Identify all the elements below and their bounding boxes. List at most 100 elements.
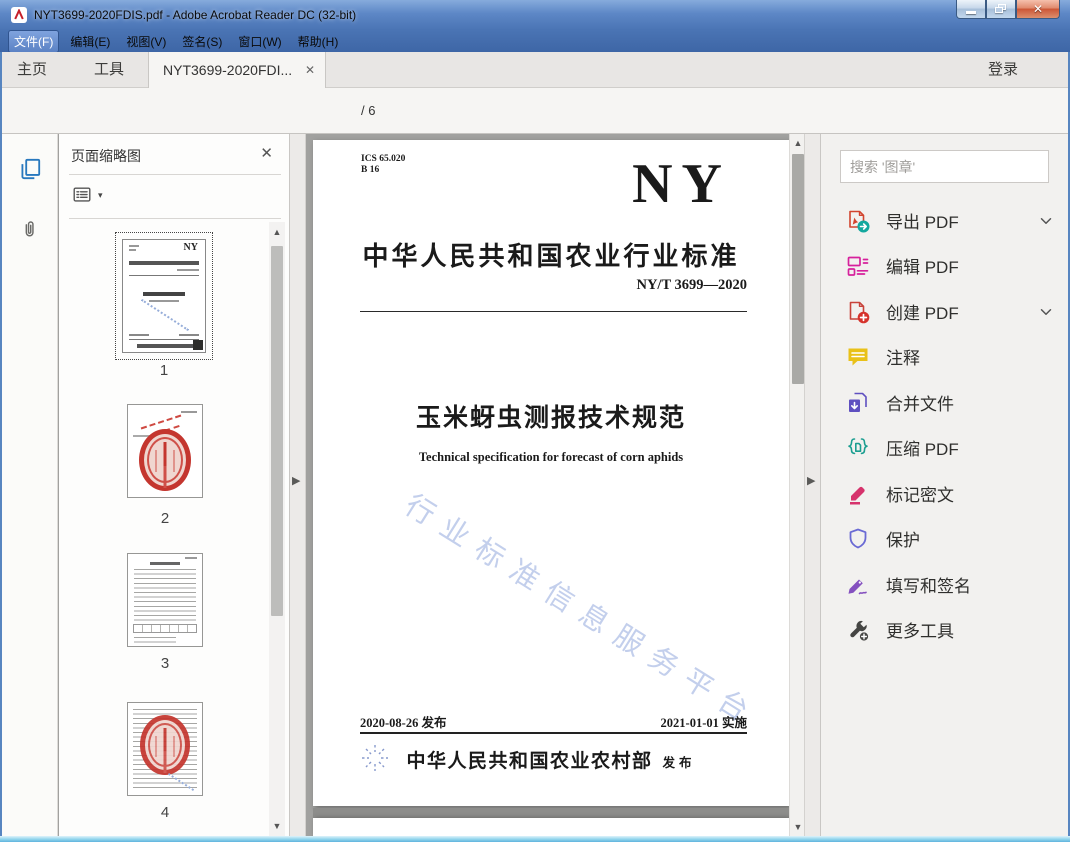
menu-view[interactable]: 视图(V) xyxy=(121,31,171,52)
issue-date: 2020-08-26 发布 xyxy=(360,712,446,731)
thumbnails-panel: 页面缩略图 ✕ ▾ NY xyxy=(59,134,290,836)
divider xyxy=(69,174,281,175)
page-label-3: 3 xyxy=(127,655,203,672)
close-button[interactable]: ✕ xyxy=(1016,0,1060,19)
menu-bar: 文件(F) 编辑(E) 视图(V) 签名(S) 窗口(W) 帮助(H) xyxy=(0,30,1070,52)
window-border-left xyxy=(0,52,2,836)
divider xyxy=(360,732,747,734)
tool-combine-files[interactable]: 合并文件 xyxy=(821,380,1070,425)
tool-more-tools[interactable]: 更多工具 xyxy=(821,607,1070,652)
collapse-arrow-icon: ▶ xyxy=(292,474,300,487)
mini-table xyxy=(133,624,197,633)
menu-help[interactable]: 帮助(H) xyxy=(293,31,344,52)
tab-document[interactable]: NYT3699-2020FDI... ✕ xyxy=(148,52,326,88)
attachments-icon[interactable] xyxy=(19,216,41,242)
page-thumbnail-1-selected[interactable]: NY xyxy=(115,232,213,360)
menu-edit[interactable]: 编辑(E) xyxy=(65,31,115,52)
document-title: 玉米蚜虫测报技术规范 xyxy=(313,398,789,434)
mini-red-seal xyxy=(140,715,190,775)
export-pdf-icon xyxy=(845,208,871,234)
window-border-bottom xyxy=(0,836,1070,842)
tab-tools[interactable]: 工具 xyxy=(94,52,124,88)
login-button[interactable]: 登录 xyxy=(988,52,1018,88)
mini-red-seal xyxy=(139,429,191,491)
pdf-file-icon xyxy=(11,7,27,23)
tool-create-pdf[interactable]: 创建 PDF xyxy=(821,289,1070,334)
tab-document-label: NYT3699-2020FDI... xyxy=(163,62,292,78)
minimize-icon xyxy=(966,11,976,14)
close-icon: ✕ xyxy=(1033,2,1043,16)
mini-watermark xyxy=(141,299,189,331)
issuer-name: 中华人民共和国农业农村部 xyxy=(406,751,652,772)
window-controls: ✕ xyxy=(956,0,1060,19)
tools-search-input[interactable] xyxy=(840,150,1049,183)
page-thumbnails-icon[interactable] xyxy=(17,156,43,182)
scroll-thumb[interactable] xyxy=(271,246,283,616)
standard-logo: NY xyxy=(632,156,731,212)
options-list-icon xyxy=(71,184,93,206)
tool-edit-pdf[interactable]: 编辑 PDF xyxy=(821,243,1070,288)
tab-home[interactable]: 主页 xyxy=(17,52,47,88)
divider xyxy=(69,218,281,219)
scroll-up-icon[interactable]: ▲ xyxy=(269,224,285,240)
issuer-action: 发布 xyxy=(663,756,696,770)
page-thumbnail-2[interactable] xyxy=(127,404,203,498)
tab-bar: 主页 工具 NYT3699-2020FDI... ✕ ? 登录 xyxy=(0,52,1070,88)
tab-close-icon[interactable]: ✕ xyxy=(305,63,315,77)
issuer-line: 中华人民共和国农业农村部发布 xyxy=(313,746,789,773)
scroll-up-icon[interactable]: ▲ xyxy=(790,135,804,151)
more-tools-wrench-icon xyxy=(845,617,871,643)
mini-ny-logo: NY xyxy=(184,242,198,253)
restore-button[interactable] xyxy=(986,0,1016,19)
redact-icon xyxy=(845,481,871,507)
page-thumbnail-4[interactable] xyxy=(127,702,203,796)
minimize-button[interactable] xyxy=(956,0,986,19)
menu-sign[interactable]: 签名(S) xyxy=(177,31,227,52)
ics-code: ICS 65.020 B 16 xyxy=(361,154,405,176)
thumbnails-scrollbar[interactable]: ▲ ▼ xyxy=(269,222,285,836)
navigation-rail xyxy=(0,134,58,836)
page-thumbnail-3[interactable] xyxy=(127,553,203,647)
tool-redact[interactable]: 标记密文 xyxy=(821,471,1070,516)
tool-fill-sign[interactable]: 填写和签名 xyxy=(821,562,1070,607)
window-title: NYT3699-2020FDIS.pdf - Adobe Acrobat Rea… xyxy=(34,8,356,22)
tool-compress-pdf[interactable]: 压缩 PDF xyxy=(821,425,1070,470)
tool-export-pdf[interactable]: 导出 PDF xyxy=(821,198,1070,243)
document-scrollbar[interactable]: ▲ ▼ xyxy=(789,134,804,836)
comment-icon xyxy=(845,344,871,370)
scroll-down-icon[interactable]: ▼ xyxy=(790,819,804,835)
scroll-down-icon[interactable]: ▼ xyxy=(269,818,285,834)
watermark-text: 行业标准信息服务平台 xyxy=(390,477,777,740)
edit-pdf-icon xyxy=(845,253,871,279)
divider xyxy=(360,311,747,312)
panel-close-icon[interactable]: ✕ xyxy=(260,144,273,162)
thumbnails-panel-title: 页面缩略图 xyxy=(71,146,141,166)
thumbnails-options-button[interactable]: ▾ xyxy=(71,184,103,206)
page-label-1: 1 xyxy=(115,362,213,379)
page-count-label: / 6 xyxy=(361,88,375,134)
chevron-down-icon: ▾ xyxy=(98,190,103,201)
tool-protect[interactable]: 保护 xyxy=(821,516,1070,561)
menu-window[interactable]: 窗口(W) xyxy=(233,31,286,52)
standard-title: 中华人民共和国农业行业标准 xyxy=(313,236,789,273)
tool-comment[interactable]: 注释 xyxy=(821,334,1070,379)
pdf-page-2-edge xyxy=(313,818,789,836)
acrobat-window: NYT3699-2020FDIS.pdf - Adobe Acrobat Rea… xyxy=(0,0,1070,842)
collapse-arrow-icon: ▶ xyxy=(807,474,815,487)
tools-panel: 导出 PDF 编辑 PDF 创建 PDF 注释 合并文件 压缩 PDF 标记密文 xyxy=(820,134,1070,836)
pdf-page-1[interactable]: ICS 65.020 B 16 NY 中华人民共和国农业行业标准 NY/T 36… xyxy=(313,140,789,806)
chevron-down-icon[interactable] xyxy=(1037,303,1055,321)
page-gap xyxy=(313,808,789,818)
standard-number: NY/T 3699—2020 xyxy=(636,277,747,294)
compress-pdf-icon xyxy=(845,435,871,461)
left-panel-collapse-handle[interactable]: ▶ xyxy=(290,134,306,836)
scroll-thumb[interactable] xyxy=(792,154,804,384)
protect-shield-icon xyxy=(845,526,871,552)
right-panel-collapse-handle[interactable]: ▶ xyxy=(804,134,820,836)
selection-handle[interactable] xyxy=(193,340,203,350)
menu-file[interactable]: 文件(F) xyxy=(8,30,59,53)
page-label-2: 2 xyxy=(127,510,203,527)
chevron-down-icon[interactable] xyxy=(1037,212,1055,230)
document-view[interactable]: ICS 65.020 B 16 NY 中华人民共和国农业行业标准 NY/T 36… xyxy=(306,134,804,836)
title-bar[interactable]: NYT3699-2020FDIS.pdf - Adobe Acrobat Rea… xyxy=(0,0,1070,30)
